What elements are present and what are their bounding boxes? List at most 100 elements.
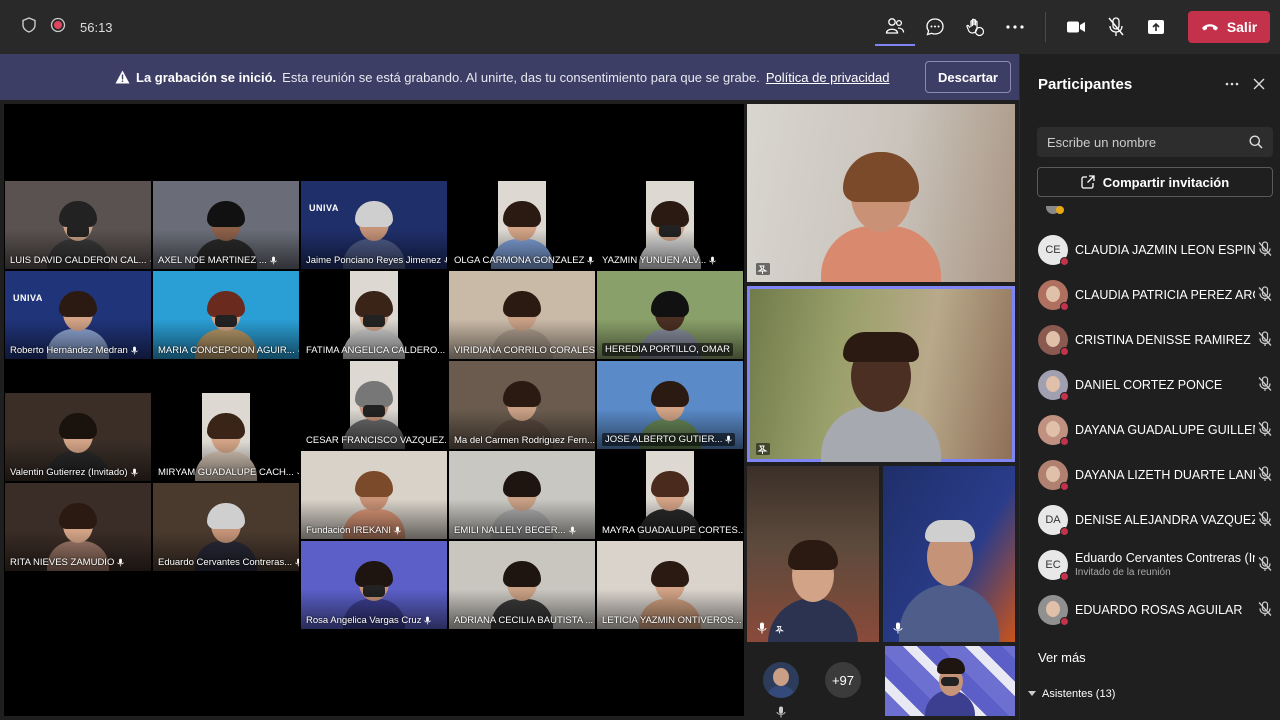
participant-name-label: FATIMA ANGELICA CALDERO...: [306, 345, 447, 356]
video-tile[interactable]: Ma del Carmen Rodriguez Fern...: [448, 360, 596, 450]
featured-video-tile[interactable]: [883, 466, 1015, 642]
avatar-photo: [1046, 600, 1060, 617]
participant-name: MAYRA GUADALUPE CORTES...: [602, 525, 744, 536]
video-tile[interactable]: HEREDIA PORTILLO, OMAR: [596, 270, 744, 360]
shield-icon: [22, 16, 36, 38]
participant-name-label: Rosa Angelica Vargas Cruz: [306, 615, 432, 626]
video-tile[interactable]: Fundación IREKANI: [300, 450, 448, 540]
video-tile[interactable]: VIRIDIANA CORRILO CORALES: [448, 270, 596, 360]
pin-icon: [756, 263, 770, 275]
video-tile[interactable]: FATIMA ANGELICA CALDERO...: [300, 270, 448, 360]
participants-button[interactable]: [875, 8, 915, 46]
reactions-button[interactable]: [955, 7, 995, 47]
search-icon[interactable]: [1249, 135, 1263, 149]
avatar: [1038, 459, 1069, 491]
featured-video-tile[interactable]: [747, 466, 879, 642]
featured-video-tile[interactable]: [885, 646, 1015, 716]
camera-button[interactable]: [1056, 7, 1096, 47]
speaking-video-tile[interactable]: [747, 286, 1015, 462]
participant-name: FATIMA ANGELICA CALDERO...: [306, 345, 446, 356]
featured-video-tile[interactable]: [747, 104, 1015, 282]
video-tile[interactable]: MARIA CONCEPCION AGUIR...: [152, 270, 300, 360]
video-tile[interactable]: MAYRA GUADALUPE CORTES...: [596, 450, 744, 540]
video-tile[interactable]: OLGA CARMONA GONZALEZ: [448, 180, 596, 270]
video-tile[interactable]: AXEL NOE MARTINEZ ...: [152, 180, 300, 270]
participant-entry: DENISE ALEJANDRA VAZQUEZ ...: [1075, 513, 1255, 527]
video-tile[interactable]: Valentin Gutierrez (Invitado): [4, 391, 152, 482]
video-tile[interactable]: JOSE ALBERTO GUTIER...: [596, 360, 744, 450]
participant-name: MARIA CONCEPCION AGUIR...: [158, 345, 295, 356]
video-tile[interactable]: Rosa Angelica Vargas Cruz: [300, 540, 448, 630]
mic-off-icon: [1258, 421, 1272, 436]
chat-button[interactable]: [915, 7, 955, 47]
participant-list-item[interactable]: DA DENISE ALEJANDRA VAZQUEZ ...: [1020, 497, 1280, 542]
video-tile[interactable]: ADRIANA CECILIA BAUTISTA ...: [448, 540, 596, 630]
video-tile[interactable]: CESAR FRANCISCO VAZQUEZ...: [300, 360, 448, 450]
video-tile[interactable]: LETICIA YAZMIN ONTIVEROS...: [596, 540, 744, 630]
dismiss-button[interactable]: Descartar: [925, 61, 1011, 93]
participant-name: DAYANA GUADALUPE GUILLEN ...: [1075, 422, 1255, 437]
participant-list-item[interactable]: CRISTINA DENISSE RAMIREZ ME...: [1020, 317, 1280, 362]
participant-list-item[interactable]: DAYANA GUADALUPE GUILLEN ...: [1020, 407, 1280, 452]
presence-busy-indicator: [1060, 571, 1069, 581]
mic-icon: [568, 526, 576, 535]
video-tile[interactable]: YAZMIN YUNUEN ALV...: [596, 180, 744, 270]
mic-button[interactable]: [1096, 7, 1136, 47]
participant-name-label: YAZMIN YUNUEN ALV...: [602, 255, 716, 266]
video-tile[interactable]: EMILI NALLELY BECER...: [448, 450, 596, 540]
presence-busy-indicator: [1060, 346, 1069, 356]
panel-more-button[interactable]: [1222, 74, 1242, 94]
participant-name-label: ADRIANA CECILIA BAUTISTA ...: [454, 615, 595, 626]
participant-video: [821, 332, 941, 462]
featured-videos: +97: [747, 104, 1015, 718]
participant-entry: EDUARDO ROSAS AGUILAR: [1075, 603, 1255, 617]
participant-list-item[interactable]: CLAUDIA PATRICIA PEREZ ARGU...: [1020, 272, 1280, 317]
participant-list-item[interactable]: EC Eduardo Cervantes Contreras (In... Invi…: [1020, 542, 1280, 587]
recording-banner: La grabación se inició. Esta reunión se …: [0, 54, 1019, 100]
participant-name: DENISE ALEJANDRA VAZQUEZ ...: [1075, 512, 1255, 527]
pin-icon: [775, 625, 785, 634]
more-actions-button[interactable]: [995, 7, 1035, 47]
privacy-policy-link[interactable]: Política de privacidad: [766, 70, 890, 85]
presence-busy-indicator: [1060, 526, 1069, 536]
presence-busy-indicator: [1060, 481, 1069, 491]
video-tile[interactable]: LUIS DAVID CALDERON CAL...: [4, 180, 152, 270]
participant-list-item[interactable]: CE CLAUDIA JAZMIN LEON ESPINO...: [1020, 227, 1280, 272]
participant-list-item[interactable]: DAYANA LIZETH DUARTE LANDE...: [1020, 452, 1280, 497]
avatar-photo: [1046, 420, 1060, 437]
participant-name-label: Ma del Carmen Rodriguez Fern...: [454, 435, 595, 446]
avatar-photo: [1046, 375, 1060, 392]
participant-entry: CRISTINA DENISSE RAMIREZ ME...: [1075, 333, 1255, 347]
video-tile[interactable]: UNIVAJaime Ponciano Reyes Jimenez: [300, 180, 448, 270]
presence-busy-indicator: [1060, 616, 1069, 626]
more-participants-badge[interactable]: +97: [825, 662, 861, 698]
participant-list-item[interactable]: EDUARDO ROSAS AGUILAR: [1020, 587, 1280, 632]
avatar-initials: CE: [1045, 243, 1061, 256]
video-tile[interactable]: Eduardo Cervantes Contreras...: [152, 481, 300, 572]
see-more-link[interactable]: Ver más: [1038, 650, 1086, 665]
share-tray-icon: [1148, 20, 1164, 34]
video-tile[interactable]: MIRYAM GUADALUPE CACH...: [152, 391, 300, 482]
participant-name-label: Jaime Ponciano Reyes Jimenez: [306, 255, 447, 266]
video-tile[interactable]: RITA NIEVES ZAMUDIO: [4, 481, 152, 572]
participant-search[interactable]: [1037, 127, 1273, 157]
leave-button[interactable]: Salir: [1188, 11, 1270, 43]
presence-busy-indicator: [1060, 301, 1069, 311]
participant-video: [821, 152, 941, 282]
participant-avatar-thumbnail[interactable]: [763, 662, 799, 698]
video-tile[interactable]: UNIVARoberto Hernández Medran: [4, 270, 152, 360]
attendees-section-header[interactable]: Asistentes (13): [1028, 688, 1115, 700]
leave-label: Salir: [1226, 19, 1258, 35]
participant-list-item[interactable]: DANIEL CORTEZ PONCE: [1020, 362, 1280, 407]
participant-name-label: MIRYAM GUADALUPE CACH...: [158, 467, 299, 478]
search-input[interactable]: [1047, 134, 1237, 150]
participant-name-label: LUIS DAVID CALDERON CAL...: [10, 255, 151, 266]
share-invite-button[interactable]: Compartir invitación: [1037, 167, 1273, 197]
panel-close-button[interactable]: [1249, 74, 1269, 94]
participant-name-label: AXEL NOE MARTINEZ ...: [158, 255, 277, 266]
participant-name: EMILI NALLELY BECER...: [454, 525, 566, 536]
phone-hangup-icon: [1201, 24, 1218, 31]
teams-meeting-window: 56:13 Salir La grabación se inició. Esta…: [0, 0, 1280, 720]
share-screen-button[interactable]: [1136, 7, 1176, 47]
participant-name: CRISTINA DENISSE RAMIREZ ME...: [1075, 332, 1255, 347]
